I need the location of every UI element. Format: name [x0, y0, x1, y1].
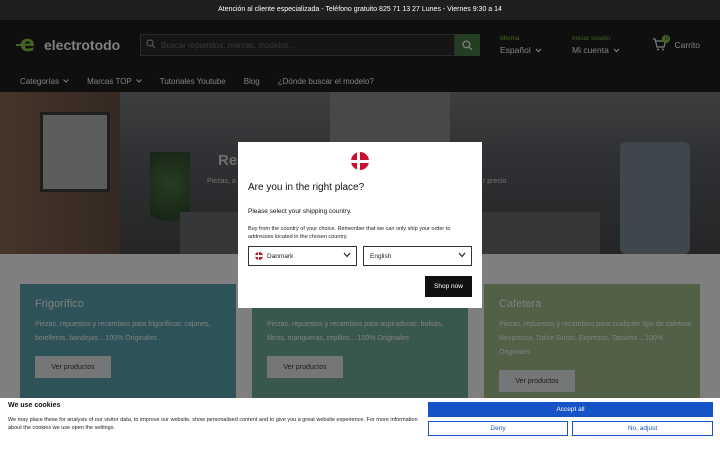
adjust-cookies-button[interactable]: No, adjust	[572, 421, 713, 436]
country-select[interactable]: Danmark	[248, 246, 357, 266]
deny-button[interactable]: Deny	[428, 421, 568, 436]
announcement-bar: Atención al cliente especializada - Telé…	[0, 0, 720, 20]
language-select[interactable]: English	[363, 246, 472, 266]
language-select-value: English	[370, 252, 392, 260]
denmark-flag-icon	[351, 152, 369, 170]
cookie-banner: We use cookies We may place these for an…	[0, 398, 720, 450]
country-value: Danmark	[267, 252, 294, 260]
modal-body: Buy from the country of your choice. Rem…	[248, 226, 451, 240]
shop-now-button[interactable]: Shop now	[425, 276, 472, 297]
accept-all-button[interactable]: Accept all	[428, 402, 713, 417]
cookie-text: We may place these for analysis of our v…	[8, 417, 418, 431]
chevron-down-icon	[343, 252, 351, 258]
modal-subtitle: Please select your shipping country.	[248, 208, 352, 215]
country-modal: Are you in the right place? Please selec…	[238, 142, 482, 308]
modal-title: Are you in the right place?	[248, 182, 365, 193]
chevron-down-icon	[458, 252, 466, 258]
denmark-flag-icon	[255, 252, 263, 260]
cookie-title: We use cookies	[8, 402, 61, 409]
